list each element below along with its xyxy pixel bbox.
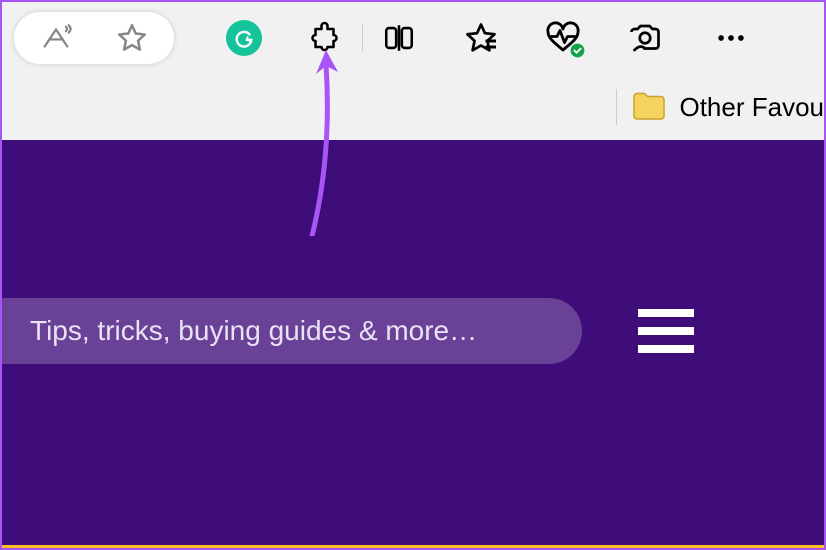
split-screen-button[interactable] (375, 14, 423, 62)
menu-button[interactable] (638, 309, 694, 353)
star-lines-icon (463, 20, 499, 56)
more-button[interactable] (707, 14, 755, 62)
page-content: Tips, tricks, buying guides & more… (2, 140, 824, 548)
performance-button[interactable] (539, 14, 587, 62)
split-screen-icon (382, 21, 416, 55)
hamburger-icon (638, 309, 694, 317)
address-actions-pill (14, 12, 174, 64)
grammarly-button[interactable] (220, 14, 268, 62)
camera-icon (627, 20, 663, 56)
search-input[interactable]: Tips, tricks, buying guides & more… (2, 298, 582, 364)
star-icon (115, 21, 149, 55)
bookmarks-divider (616, 89, 617, 125)
browser-toolbar (2, 2, 824, 74)
search-placeholder: Tips, tricks, buying guides & more… (30, 315, 477, 347)
extensions-button[interactable] (302, 14, 350, 62)
check-badge-icon (570, 43, 585, 58)
toolbar-divider (362, 24, 363, 52)
folder-icon (631, 92, 667, 122)
other-favourites-label: Other Favou (679, 92, 824, 123)
grammarly-icon (226, 20, 262, 56)
favorite-button[interactable] (108, 14, 156, 62)
bookmarks-bar: Other Favou (2, 74, 824, 140)
screenshot-button[interactable] (621, 14, 669, 62)
ellipsis-icon (714, 21, 748, 55)
collections-button[interactable] (457, 14, 505, 62)
other-favourites-folder[interactable]: Other Favou (631, 92, 824, 123)
search-row: Tips, tricks, buying guides & more… (2, 298, 824, 364)
puzzle-icon (308, 20, 344, 56)
read-aloud-icon (39, 21, 73, 55)
read-aloud-button[interactable] (32, 14, 80, 62)
